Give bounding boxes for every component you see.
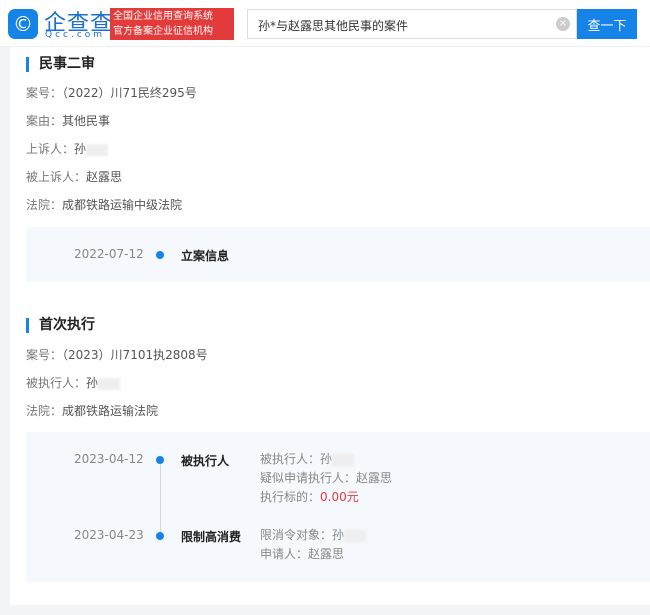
timeline-box: 2023-04-12 被执行人 被执行人：孙 疑似申请执行人：赵露思 执行标的：… xyxy=(26,432,650,582)
timeline-dot-icon xyxy=(156,456,164,464)
timeline-details: 被执行人：孙 疑似申请执行人：赵露思 执行标的：0.00元 xyxy=(260,450,392,507)
value: 孙 xyxy=(86,376,99,390)
label: 被执行人： xyxy=(26,376,87,390)
court-row: 法院：成都铁路运输中级法院 xyxy=(26,196,182,213)
label: 案号： xyxy=(26,348,63,362)
executed-person-row: 被执行人：孙 xyxy=(26,374,121,391)
header: © 企查查 Qcc.com 全国企业信用查询系统官方备案企业征信机构 × 查一下 xyxy=(0,0,650,47)
slogan-badge: 全国企业信用查询系统 官方备案企业征信机构 xyxy=(110,8,234,40)
court-row: 法院：成都铁路运输法院 xyxy=(26,402,158,419)
timeline-box: 2022-07-12 立案信息 xyxy=(26,227,650,282)
qcc-logo-icon[interactable]: © xyxy=(8,9,38,39)
label: 法院： xyxy=(26,198,63,212)
label: 法院： xyxy=(26,404,63,418)
slogan-line-1: 全国企业信用查询系统 xyxy=(113,11,213,22)
value[interactable]: 成都铁路运输法院 xyxy=(62,404,158,418)
label: 被上诉人： xyxy=(26,170,87,184)
amount: 0.00元 xyxy=(320,490,359,504)
section-title: 首次执行 xyxy=(26,318,95,333)
timeline-event: 限制高消费 xyxy=(181,530,242,544)
value[interactable]: 赵露思 xyxy=(86,170,122,184)
search-button[interactable]: 查一下 xyxy=(577,9,637,39)
value[interactable]: 成都铁路运输中级法院 xyxy=(62,198,182,212)
timeline-line xyxy=(160,464,161,540)
detail: 被执行人：孙 xyxy=(260,452,333,466)
timeline-event: 立案信息 xyxy=(181,249,230,263)
detail: 申请人：赵露思 xyxy=(260,547,345,561)
timeline-dot-icon xyxy=(156,251,164,259)
label: 上诉人： xyxy=(26,142,75,156)
timeline-date: 2022-07-12 xyxy=(74,247,144,261)
case-number-row: 案号：（2022）川71民终295号 xyxy=(26,84,197,101)
section-title: 民事二审 xyxy=(26,57,95,72)
appellee-row: 被上诉人：赵露思 xyxy=(26,168,122,185)
timeline-dot-icon xyxy=(156,532,164,540)
value: （2022）川71民终295号 xyxy=(62,86,197,100)
label: 案号： xyxy=(26,86,63,100)
detail: 疑似申请执行人：赵露思 xyxy=(260,471,393,485)
search-box: × xyxy=(247,9,577,40)
clear-icon[interactable]: × xyxy=(556,17,570,31)
timeline-details: 限消令对象：孙 申请人：赵露思 xyxy=(260,526,367,564)
search-input[interactable] xyxy=(248,10,550,40)
brand-domain: Qcc.com xyxy=(45,30,106,40)
appellant-row: 上诉人：孙 xyxy=(26,140,109,157)
detail: 限消令对象：孙 xyxy=(260,528,345,542)
redaction xyxy=(332,453,355,466)
case-number-row: 案号：（2023）川7101执2808号 xyxy=(26,346,208,363)
redaction xyxy=(344,529,367,542)
timeline-event: 被执行人 xyxy=(181,454,230,468)
detail: 执行标的： xyxy=(260,490,321,504)
value: （2023）川7101执2808号 xyxy=(62,348,208,362)
timeline-date: 2023-04-23 xyxy=(74,528,144,542)
redaction xyxy=(98,377,121,390)
label: 案由： xyxy=(26,114,63,128)
value: 孙 xyxy=(74,142,87,156)
case-panel: 民事二审 案号：（2022）川71民终295号 案由：其他民事 上诉人：孙 被上… xyxy=(10,47,650,605)
redaction xyxy=(86,143,109,156)
value: 其他民事 xyxy=(62,114,111,128)
cause-row: 案由：其他民事 xyxy=(26,112,110,129)
slogan-line-2: 官方备案企业征信机构 xyxy=(113,26,213,37)
timeline-date: 2023-04-12 xyxy=(74,452,144,466)
